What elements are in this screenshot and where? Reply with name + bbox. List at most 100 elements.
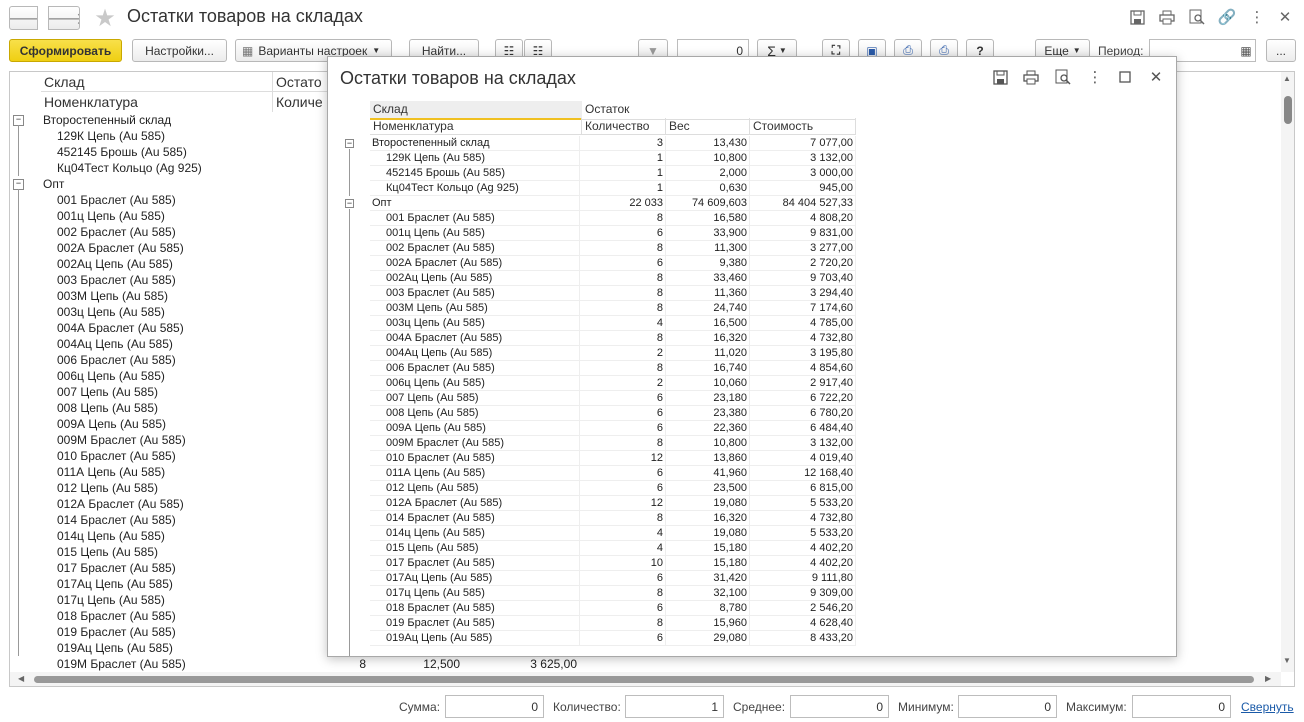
modal-close-icon[interactable]: ✕ (1147, 68, 1165, 86)
bg-item-name: 019Ац Цепь (Au 585) (57, 641, 173, 655)
modal-save-icon[interactable] (991, 68, 1009, 86)
favorite-star-icon[interactable]: ★ (92, 5, 118, 32)
window-title: Остатки товаров на складах (127, 6, 363, 26)
modal-cell-cost: 6 484,40 (750, 421, 856, 436)
modal-maximize-icon[interactable] (1116, 68, 1134, 86)
scroll-right-arrow-icon[interactable]: ▶ (1265, 674, 1271, 683)
hscroll-thumb[interactable] (34, 676, 1254, 683)
modal-cell-qty: 6 (580, 466, 666, 481)
scroll-left-arrow-icon[interactable]: ◀ (18, 674, 24, 683)
scroll-up-arrow-icon[interactable]: ▲ (1283, 74, 1291, 83)
modal-item-row: 002Ац Цепь (Au 585) 8 33,460 9 703,40 (328, 271, 856, 286)
bg-item-row: 003М Цепь (Au 585) (10, 288, 273, 304)
modal-item-row: 129К Цепь (Au 585) 1 10,800 3 132,00 (328, 151, 856, 166)
more-vertical-icon[interactable]: ⋮ (1248, 8, 1266, 26)
modal-item-row: 010 Браслет (Au 585) 12 13,860 4 019,40 (328, 451, 856, 466)
bg-item-row: 002Ац Цепь (Au 585) (10, 256, 273, 272)
modal-cell-weight: 10,800 (666, 151, 750, 166)
modal-item-row: 011А Цепь (Au 585) 6 41,960 12 168,40 (328, 466, 856, 481)
bg-item-row: 012А Браслет (Au 585) (10, 496, 273, 512)
close-icon[interactable]: ✕ (1276, 8, 1294, 26)
save-icon[interactable] (1128, 8, 1146, 26)
modal-cell-qty: 6 (580, 391, 666, 406)
collapse-toggle-icon[interactable]: − (345, 139, 354, 148)
modal-item-row: 009М Браслет (Au 585) 8 10,800 3 132,00 (328, 436, 856, 451)
modal-cell-name: Второстепенный склад (370, 136, 580, 151)
modal-item-row: 015 Цепь (Au 585) 4 15,180 4 402,20 (328, 541, 856, 556)
modal-item-row: 002 Браслет (Au 585) 8 11,300 3 277,00 (328, 241, 856, 256)
last-row-weight: 12,500 (423, 657, 460, 671)
collapse-link[interactable]: Свернуть (1241, 700, 1294, 714)
header-weight-cell: Вес (666, 118, 750, 135)
modal-cell-name: 011А Цепь (Au 585) (370, 466, 580, 481)
modal-cell-weight: 11,300 (666, 241, 750, 256)
modal-cell-qty: 1 (580, 166, 666, 181)
bg-item-name: 006ц Цепь (Au 585) (57, 369, 165, 383)
modal-cell-qty: 8 (580, 331, 666, 346)
calendar-icon[interactable]: ▦ (1238, 43, 1254, 59)
bg-group-name: Второстепенный склад (43, 113, 172, 127)
modal-cell-qty: 6 (580, 421, 666, 436)
modal-more-vertical-icon[interactable]: ⋮ (1086, 68, 1104, 86)
back-button[interactable]: 🡐 (9, 6, 38, 30)
modal-cell-name: 017ц Цепь (Au 585) (370, 586, 580, 601)
scroll-thumb[interactable] (1284, 96, 1292, 124)
modal-item-row: 003ц Цепь (Au 585) 4 16,500 4 785,00 (328, 316, 856, 331)
modal-cell-weight: 13,430 (666, 136, 750, 151)
modal-table[interactable]: Склад Остаток Номенклатура Количество Ве… (328, 101, 1176, 656)
modal-table-header: Склад Остаток Номенклатура Количество Ве… (370, 101, 856, 135)
modal-cell-cost: 3 294,40 (750, 286, 856, 301)
modal-cell-weight: 2,000 (666, 166, 750, 181)
modal-print-icon[interactable] (1022, 68, 1040, 86)
modal-cell-cost: 84 404 527,33 (750, 196, 856, 211)
bg-item-name: 012 Цепь (Au 585) (57, 481, 159, 495)
bg-item-name: 017ц Цепь (Au 585) (57, 593, 165, 607)
scroll-down-arrow-icon[interactable]: ▼ (1283, 656, 1291, 665)
forward-button[interactable]: 🡒 (48, 6, 80, 30)
vertical-scrollbar[interactable]: ▲ ▼ (1281, 72, 1294, 672)
bg-item-row: 004Ац Цепь (Au 585) (10, 336, 273, 352)
modal-cell-name: Кц04Тест Кольцо (Ag 925) (370, 181, 580, 196)
modal-item-row: 012 Цепь (Au 585) 6 23,500 6 815,00 (328, 481, 856, 496)
report-preview-window[interactable]: Остатки товаров на складах ⋮ ✕ Склад Ост… (327, 56, 1177, 657)
modal-item-row: 003М Цепь (Au 585) 8 24,740 7 174,60 (328, 301, 856, 316)
bg-item-row: Кц04Тест Кольцо (Ag 925) (10, 160, 273, 176)
modal-cell-name: 012 Цепь (Au 585) (370, 481, 580, 496)
bg-item-row: 018 Браслет (Au 585) (10, 608, 273, 624)
period-select-button[interactable]: ... (1266, 39, 1296, 62)
preview-icon[interactable] (1188, 8, 1206, 26)
collapse-toggle-icon[interactable]: − (345, 199, 354, 208)
horizontal-scrollbar[interactable]: ◀ ▶ (10, 672, 1281, 686)
modal-cell-weight: 15,960 (666, 616, 750, 631)
settings-button[interactable]: Настройки... (132, 39, 227, 62)
modal-cell-weight: 19,080 (666, 496, 750, 511)
bg-item-row: 014 Браслет (Au 585) (10, 512, 273, 528)
link-icon[interactable]: 🔗 (1218, 8, 1237, 26)
bg-item-row: 003 Браслет (Au 585) (10, 272, 273, 288)
modal-cell-cost: 5 533,20 (750, 526, 856, 541)
bg-item-row: 019 Браслет (Au 585) (10, 624, 273, 640)
generate-button[interactable]: Сформировать (9, 39, 122, 62)
modal-item-row: 014 Браслет (Au 585) 8 16,320 4 732,80 (328, 511, 856, 526)
min-field[interactable]: 0 (958, 695, 1057, 718)
modal-item-row: 006 Браслет (Au 585) 8 16,740 4 854,60 (328, 361, 856, 376)
print-icon[interactable] (1158, 8, 1176, 26)
modal-cell-qty: 4 (580, 541, 666, 556)
modal-cell-cost: 2 720,20 (750, 256, 856, 271)
bg-item-row: 001 Браслет (Au 585) (10, 192, 273, 208)
avg-field[interactable]: 0 (790, 695, 889, 718)
modal-cell-name: 001ц Цепь (Au 585) (370, 226, 580, 241)
modal-preview-icon[interactable] (1054, 68, 1072, 86)
modal-cell-weight: 16,740 (666, 361, 750, 376)
count-field[interactable]: 1 (625, 695, 724, 718)
modal-item-row: 018 Браслет (Au 585) 6 8,780 2 546,20 (328, 601, 856, 616)
modal-cell-name: 006ц Цепь (Au 585) (370, 376, 580, 391)
modal-cell-cost: 6 722,20 (750, 391, 856, 406)
modal-cell-name: 002Ац Цепь (Au 585) (370, 271, 580, 286)
last-row-cost: 3 625,00 (530, 657, 577, 671)
sum-field[interactable]: 0 (445, 695, 544, 718)
modal-cell-weight: 16,320 (666, 331, 750, 346)
modal-cell-weight: 22,360 (666, 421, 750, 436)
max-field[interactable]: 0 (1132, 695, 1231, 718)
modal-cell-weight: 16,580 (666, 211, 750, 226)
